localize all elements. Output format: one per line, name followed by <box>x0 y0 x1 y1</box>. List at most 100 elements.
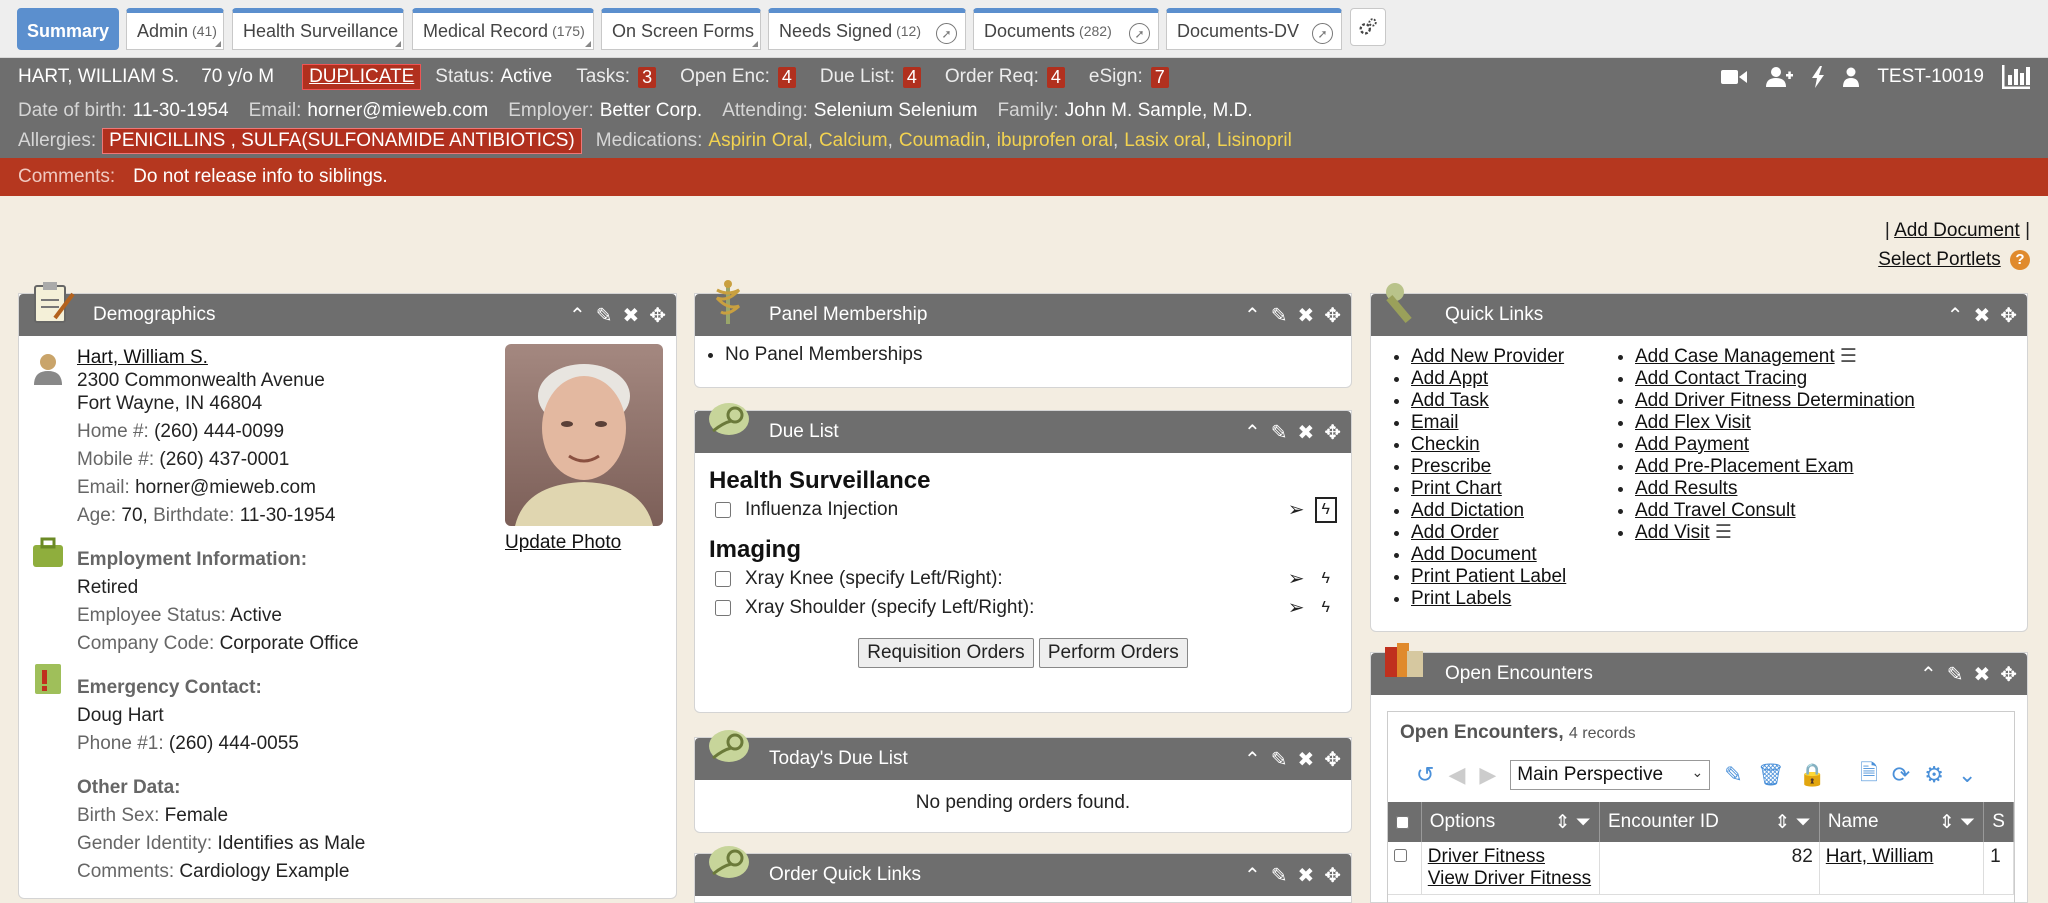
close-icon[interactable]: ✖ <box>1973 662 1990 687</box>
tab-needs-signed[interactable]: Needs Signed (12) ➚ <box>768 8 966 50</box>
perform-lightning-icon[interactable]: ϟ <box>1314 496 1337 523</box>
medication-item[interactable]: Coumadin <box>899 130 986 152</box>
move-icon[interactable]: ✥ <box>1324 863 1341 888</box>
add-user-icon[interactable] <box>1765 66 1794 88</box>
add-flex-visit-link[interactable]: Add Flex Visit <box>1635 412 1751 433</box>
user-icon[interactable] <box>1843 67 1860 87</box>
print-chart-link[interactable]: Print Chart <box>1411 478 1502 499</box>
perform-lightning-icon[interactable]: ϟ <box>1315 570 1337 588</box>
select-portlets-link[interactable]: Select Portlets <box>1878 249 2001 270</box>
move-icon[interactable]: ✥ <box>2000 303 2017 328</box>
tab-documents[interactable]: Documents (282) ➚ <box>973 8 1159 50</box>
column-header-options[interactable]: Options ⇕ ⏷ <box>1422 802 1600 842</box>
move-icon[interactable]: ✥ <box>1324 303 1341 328</box>
collapse-icon[interactable]: ⌃ <box>1244 747 1261 772</box>
row-checkbox[interactable] <box>1394 849 1407 862</box>
chevron-down-icon[interactable]: ⌄ <box>1958 762 1976 788</box>
patient-name-link[interactable]: Hart, William S. <box>77 347 208 368</box>
tab-medical-record[interactable]: Medical Record (175) <box>412 8 594 50</box>
medication-item[interactable]: ibuprofen oral <box>997 130 1113 152</box>
edit-icon[interactable]: ✎ <box>1947 662 1964 687</box>
close-icon[interactable]: ✖ <box>1297 303 1314 328</box>
add-results-link[interactable]: Add Results <box>1635 478 1737 499</box>
collapse-icon[interactable]: ⌃ <box>1947 303 1964 328</box>
add-dictation-link[interactable]: Add Dictation <box>1411 500 1524 521</box>
requisition-orders-button[interactable]: Requisition Orders <box>858 638 1034 668</box>
due-list-badge[interactable]: 4 <box>902 66 921 88</box>
edit-icon[interactable]: ✎ <box>1271 420 1288 445</box>
select-all-checkbox[interactable] <box>1396 815 1409 829</box>
add-travel-consult-link[interactable]: Add Travel Consult <box>1635 500 1796 521</box>
close-icon[interactable]: ✖ <box>1297 863 1314 888</box>
perform-lightning-icon[interactable]: ϟ <box>1315 599 1337 617</box>
column-header-s[interactable]: S <box>1984 802 2014 842</box>
tab-summary[interactable]: Summary <box>17 8 119 50</box>
tab-on-screen-forms[interactable]: On Screen Forms <box>601 8 761 50</box>
close-icon[interactable]: ✖ <box>1297 420 1314 445</box>
move-icon[interactable]: ✥ <box>649 303 666 328</box>
add-document-link[interactable]: Add Document <box>1411 544 1537 565</box>
driver-fitness-link[interactable]: Driver Fitness <box>1428 846 1545 867</box>
prescribe-link[interactable]: Prescribe <box>1411 456 1491 477</box>
sort-filter-icon[interactable]: ⇕ ⏷ <box>1555 811 1591 834</box>
open-external-icon[interactable]: ➚ <box>936 23 957 44</box>
add-payment-link[interactable]: Add Payment <box>1635 434 1749 455</box>
medication-item[interactable]: Aspirin Oral <box>708 130 807 152</box>
esign-badge[interactable]: 7 <box>1150 66 1169 88</box>
back-icon[interactable]: ◀ <box>1448 762 1465 788</box>
tab-settings-gear-icon[interactable] <box>1350 8 1386 46</box>
column-header-encounter-id[interactable]: Encounter ID ⇕ ⏷ <box>1600 802 1820 842</box>
collapse-icon[interactable]: ⌃ <box>1244 420 1261 445</box>
add-order-link[interactable]: Add Order <box>1411 522 1499 543</box>
send-icon[interactable]: ➢ <box>1288 595 1305 620</box>
order-req-badge[interactable]: 4 <box>1046 66 1065 88</box>
collapse-icon[interactable]: ⌃ <box>569 303 586 328</box>
sort-filter-icon[interactable]: ⇕ ⏷ <box>1939 811 1975 834</box>
add-pre-placement-exam-link[interactable]: Add Pre-Placement Exam <box>1635 456 1854 477</box>
send-icon[interactable]: ➢ <box>1288 497 1305 522</box>
edit-icon[interactable]: ✎ <box>596 303 613 328</box>
help-icon[interactable]: ? <box>2010 249 2030 270</box>
perspective-select[interactable]: Main Perspective ⌄ <box>1510 760 1711 790</box>
edit-icon[interactable]: ✎ <box>1271 303 1288 328</box>
add-new-provider-link[interactable]: Add New Provider <box>1411 346 1564 367</box>
add-contact-tracing-link[interactable]: Add Contact Tracing <box>1635 368 1807 389</box>
open-external-icon[interactable]: ➚ <box>1312 23 1333 44</box>
add-driver-fitness-link[interactable]: Add Driver Fitness Determination <box>1635 390 1915 411</box>
duplicate-link[interactable]: DUPLICATE <box>302 64 422 90</box>
print-labels-link[interactable]: Print Labels <box>1411 588 1511 609</box>
video-camera-icon[interactable] <box>1721 68 1748 86</box>
close-icon[interactable]: ✖ <box>622 303 639 328</box>
add-appt-link[interactable]: Add Appt <box>1411 368 1488 389</box>
refresh-icon[interactable]: ↺ <box>1416 762 1434 788</box>
collapse-icon[interactable]: ⌃ <box>1920 662 1937 687</box>
lock-icon[interactable]: 🔒 <box>1799 762 1826 788</box>
add-visit-link[interactable]: Add Visit <box>1635 522 1710 543</box>
checkin-link[interactable]: Checkin <box>1411 434 1480 455</box>
gear-icon[interactable]: ⚙ <box>1924 762 1944 788</box>
move-icon[interactable]: ✥ <box>1324 747 1341 772</box>
collapse-icon[interactable]: ⌃ <box>1244 863 1261 888</box>
add-task-link[interactable]: Add Task <box>1411 390 1489 411</box>
patient-name-link[interactable]: Hart, William <box>1826 846 1934 867</box>
update-photo-link[interactable]: Update Photo <box>505 532 621 554</box>
due-item-checkbox[interactable] <box>715 599 731 616</box>
list-icon[interactable]: ☰ <box>1840 346 1857 367</box>
lightning-icon[interactable] <box>1811 66 1825 88</box>
perform-orders-button[interactable]: Perform Orders <box>1038 638 1188 668</box>
close-icon[interactable]: ✖ <box>1973 303 1990 328</box>
move-icon[interactable]: ✥ <box>1324 420 1341 445</box>
trash-icon[interactable]: 🗑 <box>1757 762 1785 788</box>
due-item-checkbox[interactable] <box>715 501 731 518</box>
print-patient-label-link[interactable]: Print Patient Label <box>1411 566 1566 587</box>
sync-icon[interactable]: ⟳ <box>1892 762 1910 788</box>
medication-item[interactable]: Calcium <box>819 130 888 152</box>
tab-admin[interactable]: Admin (41) <box>126 8 224 50</box>
column-header-name[interactable]: Name ⇕ ⏷ <box>1820 802 1985 842</box>
send-icon[interactable]: ➢ <box>1288 566 1305 591</box>
list-icon[interactable]: ☰ <box>1715 522 1732 543</box>
medication-item[interactable]: Lisinopril <box>1217 130 1292 152</box>
edit-icon[interactable]: ✎ <box>1724 762 1742 788</box>
edit-icon[interactable]: ✎ <box>1271 747 1288 772</box>
tasks-badge[interactable]: 3 <box>638 66 657 88</box>
